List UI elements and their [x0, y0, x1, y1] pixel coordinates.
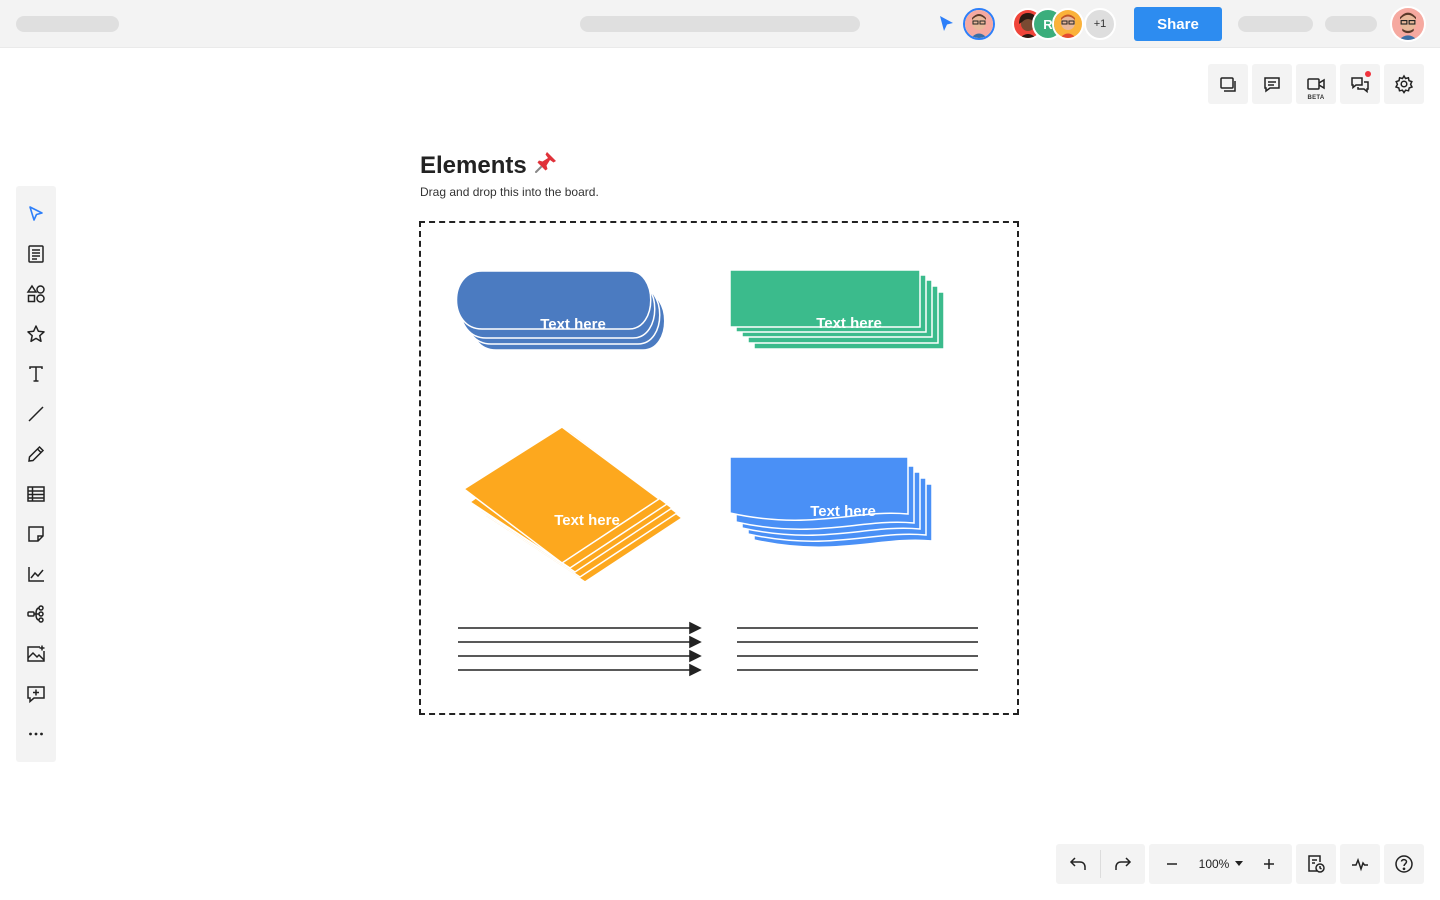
pushpin-icon: [533, 149, 559, 182]
activity-button[interactable]: [1340, 844, 1380, 884]
redo-button[interactable]: [1101, 844, 1145, 884]
video-button[interactable]: BETA: [1296, 64, 1336, 104]
image-tool[interactable]: [16, 634, 56, 674]
add-comment-icon: [27, 686, 45, 704]
sticky-note-tool[interactable]: [16, 514, 56, 554]
line-tool[interactable]: [16, 394, 56, 434]
star-icon: [27, 325, 45, 343]
layers-icon: [1220, 77, 1236, 92]
line-icon: [28, 406, 44, 422]
comment-icon: [1264, 77, 1280, 93]
add-comment-tool[interactable]: [16, 674, 56, 714]
chat-button[interactable]: [1340, 64, 1380, 104]
settings-button[interactable]: [1384, 64, 1424, 104]
document-menu-placeholder[interactable]: [16, 16, 119, 32]
right-toolbar: BETA: [1208, 64, 1424, 104]
shapes-icon: [26, 284, 45, 303]
table-icon: [27, 486, 45, 502]
undo-button[interactable]: [1056, 844, 1100, 884]
activity-group: [1340, 844, 1380, 884]
zoom-dropdown[interactable]: 100%: [1195, 857, 1247, 871]
more-collaborators-count: +1: [1093, 18, 1107, 30]
zoom-group: 100%: [1149, 844, 1292, 884]
image-icon: [27, 645, 45, 662]
shapes-tool[interactable]: [16, 274, 56, 314]
avatar[interactable]: [963, 8, 995, 40]
undo-icon: [1069, 857, 1086, 870]
activity-icon: [1352, 857, 1368, 872]
more-tools[interactable]: [16, 714, 56, 754]
sticky-note-icon: [28, 526, 44, 542]
select-tool[interactable]: [16, 194, 56, 234]
icons-tool[interactable]: [16, 314, 56, 354]
document-title-placeholder[interactable]: [580, 16, 860, 32]
select-icon: [29, 206, 43, 221]
user-avatar[interactable]: [1390, 6, 1426, 42]
shape-stacked-document[interactable]: Text here: [729, 456, 933, 548]
layers-button[interactable]: [1208, 64, 1248, 104]
text-icon: [29, 366, 43, 382]
shape-label: Text here: [554, 512, 620, 529]
undo-redo-group: [1056, 844, 1145, 884]
more-icon: [29, 732, 43, 736]
templates-tool[interactable]: [16, 234, 56, 274]
gear-icon: [1394, 74, 1414, 94]
shape-stacked-rect[interactable]: Text here: [729, 269, 945, 350]
pen-tool[interactable]: [16, 434, 56, 474]
menu-placeholder[interactable]: [1238, 16, 1313, 32]
history-group: [1296, 844, 1336, 884]
share-button[interactable]: Share: [1134, 7, 1222, 41]
help-button[interactable]: [1384, 844, 1424, 884]
mindmap-icon: [27, 605, 44, 623]
help-group: [1384, 844, 1424, 884]
avatar[interactable]: [1052, 8, 1084, 40]
video-icon: [1307, 78, 1325, 90]
comments-button[interactable]: [1252, 64, 1292, 104]
chevron-down-icon: [1235, 861, 1244, 866]
redo-icon: [1115, 857, 1132, 870]
cursor-icon: [938, 14, 956, 39]
shape-label: Text here: [816, 315, 882, 332]
help-icon: [1395, 855, 1413, 873]
zoom-in-button[interactable]: [1247, 844, 1291, 884]
zoom-level: 100%: [1198, 857, 1230, 871]
more-collaborators-badge[interactable]: +1: [1084, 8, 1116, 40]
subtitle: Drag and drop this into the board.: [420, 185, 599, 199]
template-icon: [28, 245, 44, 263]
shape-label: Text here: [540, 316, 606, 333]
mindmap-tool[interactable]: [16, 594, 56, 634]
menu-placeholder[interactable]: [1325, 16, 1377, 32]
history-icon: [1308, 855, 1325, 873]
chart-tool[interactable]: [16, 554, 56, 594]
beta-badge: BETA: [1307, 95, 1325, 101]
chat-icon: [1351, 77, 1369, 94]
table-tool[interactable]: [16, 474, 56, 514]
minus-icon: [1167, 863, 1177, 865]
shape-stacked-rounded[interactable]: Text here: [455, 270, 666, 351]
notification-dot: [1365, 71, 1371, 77]
page-title-text: Elements: [420, 151, 527, 179]
top-bar: R +1 Share: [0, 0, 1440, 48]
version-history-button[interactable]: [1296, 844, 1336, 884]
text-tool[interactable]: [16, 354, 56, 394]
zoom-out-button[interactable]: [1149, 844, 1195, 884]
left-toolbar: [16, 186, 56, 762]
page-title[interactable]: Elements: [420, 149, 559, 182]
plus-icon: [1264, 859, 1274, 869]
shape-label: Text here: [810, 503, 876, 520]
chart-icon: [28, 567, 44, 582]
pen-icon: [28, 445, 45, 462]
